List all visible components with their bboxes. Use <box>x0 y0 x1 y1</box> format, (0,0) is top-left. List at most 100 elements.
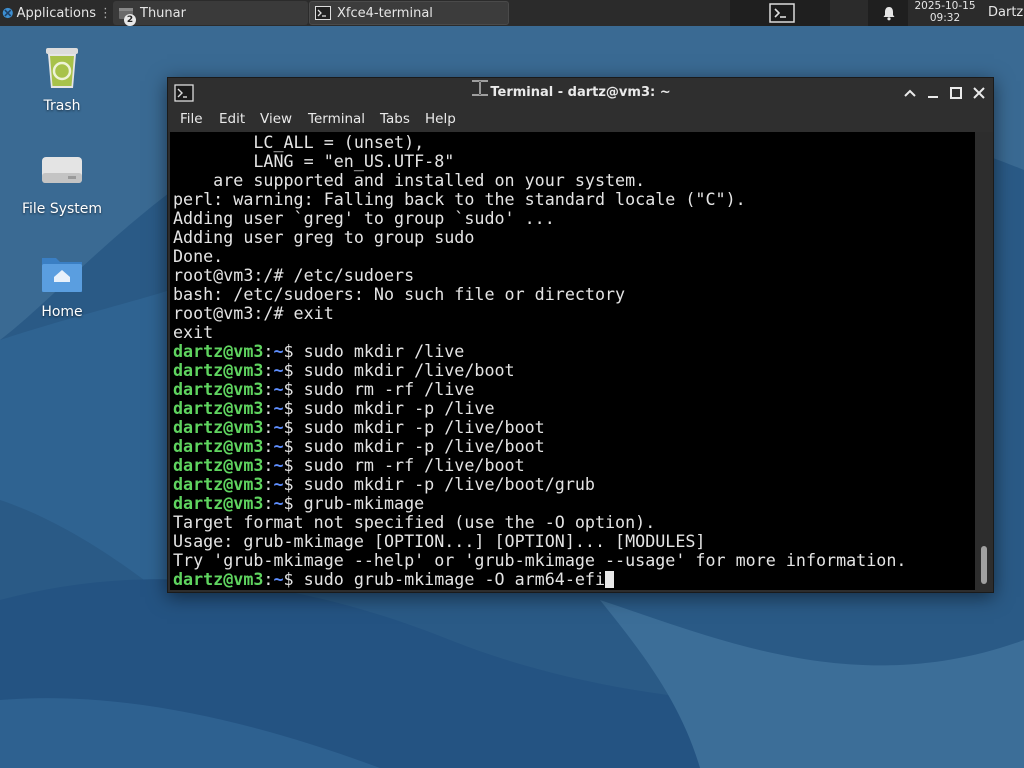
clock-date: 2025-10-15 <box>914 0 976 12</box>
prompt-symbol: $ <box>283 436 304 456</box>
desktop-icon-home[interactable]: Home <box>12 250 112 320</box>
clock[interactable]: 2025-10-15 09:32 <box>908 0 982 24</box>
prompt-separator: : <box>263 493 274 513</box>
prompt-symbol: $ <box>283 398 304 418</box>
trash-icon <box>46 48 78 88</box>
title-bar[interactable]: Terminal - dartz@vm3: ~ <box>168 78 993 108</box>
maximize-icon[interactable] <box>948 85 964 101</box>
prompt-symbol: $ <box>283 417 304 437</box>
prompt-user: dartz@vm3 <box>173 341 264 361</box>
terminal-command-line: dartz@vm3:~$ sudo mkdir -p /live/boot/gr… <box>173 475 906 494</box>
prompt-user: dartz@vm3 <box>173 474 264 494</box>
terminal-output-line: are supported and installed on your syst… <box>173 170 646 190</box>
terminal-output-line: exit <box>173 322 214 342</box>
terminal-output-line: root@vm3:/# /etc/sudoers <box>173 265 415 285</box>
scrollbar-thumb[interactable] <box>981 546 987 584</box>
prompt-path: ~ <box>273 455 284 475</box>
prompt-path: ~ <box>273 341 284 361</box>
close-icon[interactable] <box>971 85 987 101</box>
terminal-output-line: LANG = "en_US.UTF-8" <box>173 151 455 171</box>
menu-tabs[interactable]: Tabs <box>380 111 410 127</box>
menu-edit[interactable]: Edit <box>219 111 245 127</box>
folder-icon: 2 <box>118 5 136 26</box>
prompt-user: dartz@vm3 <box>173 569 264 589</box>
prompt-separator: : <box>263 455 274 475</box>
terminal-launcher-icon[interactable] <box>768 3 796 23</box>
command-text: sudo rm -rf /live/boot <box>303 455 525 475</box>
terminal-output-line: root@vm3:/# exit <box>173 303 334 323</box>
command-text: sudo mkdir /live/boot <box>303 360 515 380</box>
taskbar-terminal-label: Xfce4-terminal <box>337 5 433 21</box>
menu-bar: File Edit View Terminal Tabs Help <box>168 108 993 132</box>
prompt-user: dartz@vm3 <box>173 455 264 475</box>
drive-icon <box>42 157 82 183</box>
desktop-icon-label: Trash <box>43 98 81 114</box>
terminal-output-line: bash: /etc/sudoers: No such file or dire… <box>173 284 626 304</box>
terminal-output-line: Done. <box>173 246 224 266</box>
home-folder-icon <box>42 258 82 292</box>
prompt-separator: : <box>263 417 274 437</box>
window-title: Terminal - dartz@vm3: ~ <box>490 85 671 100</box>
terminal-command-line: dartz@vm3:~$ sudo mkdir -p /live <box>173 399 906 418</box>
xfce-logo-icon <box>2 7 13 19</box>
prompt-separator: : <box>263 379 274 399</box>
menu-terminal[interactable]: Terminal <box>308 111 365 127</box>
applications-label: Applications <box>16 5 96 21</box>
prompt-symbol: $ <box>283 474 304 494</box>
command-text: sudo mkdir -p /live/boot/grub <box>303 474 595 494</box>
prompt-path: ~ <box>273 379 284 399</box>
desktop-icon-filesystem[interactable]: File System <box>12 147 112 217</box>
taskbar-thunar[interactable]: 2 Thunar <box>113 1 308 26</box>
prompt-symbol: $ <box>283 360 304 380</box>
minimize-icon[interactable] <box>925 85 941 101</box>
menu-view[interactable]: View <box>260 111 292 127</box>
terminal-command-line: dartz@vm3:~$ sudo rm -rf /live <box>173 380 906 399</box>
prompt-separator: : <box>263 398 274 418</box>
prompt-separator: : <box>263 341 274 361</box>
prompt-symbol: $ <box>283 493 304 513</box>
terminal-command-line: dartz@vm3:~$ sudo grub-mkimage -O arm64-… <box>173 570 906 589</box>
terminal-icon <box>315 5 331 21</box>
terminal-command-line: dartz@vm3:~$ sudo rm -rf /live/boot <box>173 456 906 475</box>
prompt-path: ~ <box>273 436 284 456</box>
terminal-lines: LC_ALL = (unset), LANG = "en_US.UTF-8" a… <box>173 133 906 589</box>
scrollbar[interactable] <box>977 132 991 590</box>
terminal-output-line: Adding user greg to group sudo <box>173 227 475 247</box>
prompt-user: dartz@vm3 <box>173 493 264 513</box>
chevron-up-icon[interactable] <box>902 85 918 101</box>
prompt-path: ~ <box>273 398 284 418</box>
terminal-output-line: Usage: grub-mkimage [OPTION...] [OPTION]… <box>173 531 706 551</box>
desktop-icon-label: File System <box>21 201 103 217</box>
terminal-output[interactable]: LC_ALL = (unset), LANG = "en_US.UTF-8" a… <box>170 132 975 590</box>
terminal-command-line: dartz@vm3:~$ grub-mkimage <box>173 494 906 513</box>
prompt-user: dartz@vm3 <box>173 360 264 380</box>
taskbar-terminal[interactable]: Xfce4-terminal <box>309 1 509 25</box>
prompt-symbol: $ <box>283 455 304 475</box>
taskbar-thunar-label: Thunar <box>140 5 186 21</box>
applications-menu[interactable]: Applications ⋮ <box>0 0 112 26</box>
prompt-user: dartz@vm3 <box>173 436 264 456</box>
prompt-user: dartz@vm3 <box>173 417 264 437</box>
terminal-window[interactable]: Terminal - dartz@vm3: ~ File Edit View T… <box>167 77 994 593</box>
terminal-command-line: dartz@vm3:~$ sudo mkdir -p /live/boot <box>173 437 906 456</box>
command-text: sudo mkdir -p /live/boot <box>303 436 545 456</box>
prompt-separator: : <box>263 569 274 589</box>
terminal-output-line: perl: warning: Falling back to the stand… <box>173 189 746 209</box>
menu-indicator-icon: ⋮ <box>99 5 112 21</box>
user-menu[interactable]: Dartz <box>988 5 1023 20</box>
clock-time: 09:32 <box>929 11 961 24</box>
terminal-output-line: LC_ALL = (unset), <box>173 132 425 152</box>
prompt-path: ~ <box>273 493 284 513</box>
prompt-separator: : <box>263 436 274 456</box>
command-text: sudo rm -rf /live <box>303 379 475 399</box>
menu-file[interactable]: File <box>180 111 203 127</box>
prompt-path: ~ <box>273 569 284 589</box>
desktop-icon-trash[interactable]: Trash <box>12 44 112 114</box>
terminal-command-line: dartz@vm3:~$ sudo mkdir -p /live/boot <box>173 418 906 437</box>
bell-icon[interactable] <box>881 5 897 21</box>
desktop-icon-label: Home <box>41 304 83 320</box>
terminal-output-line: Try 'grub-mkimage --help' or 'grub-mkima… <box>173 550 907 570</box>
top-panel: Applications ⋮ 2 Thunar Xfce4-terminal 2… <box>0 0 1024 26</box>
menu-help[interactable]: Help <box>425 111 456 127</box>
text-cursor-icon <box>472 80 488 96</box>
